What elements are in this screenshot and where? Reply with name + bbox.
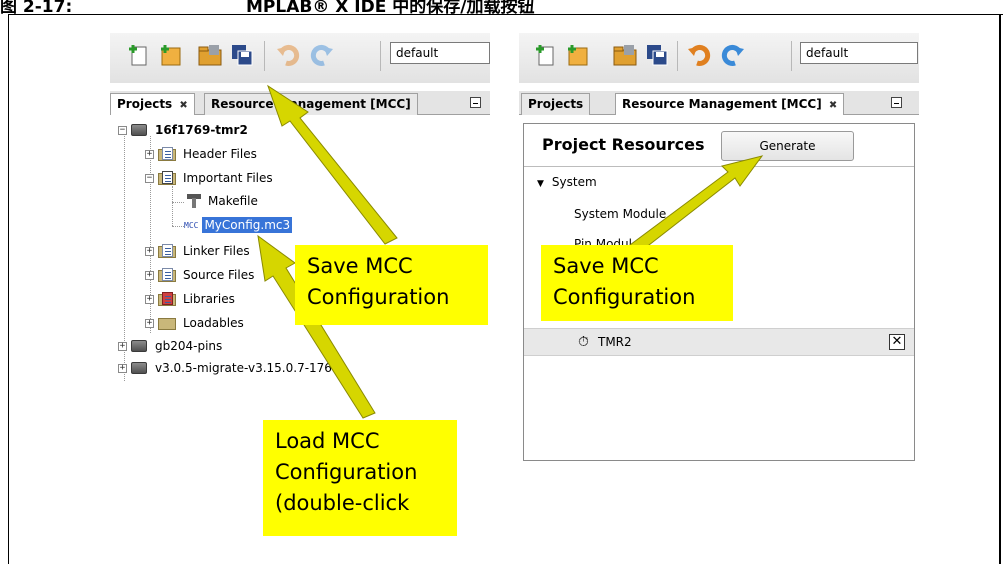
callout-line: Configuration (275, 460, 418, 484)
callout-line: Save MCC (553, 254, 659, 278)
save-arrow-left (267, 84, 398, 245)
callout-line: Configuration (307, 285, 450, 309)
callout-line: (double-click (275, 491, 410, 515)
callout-save-right: Save MCC Configuration (541, 245, 733, 321)
callout-line: Save MCC (307, 254, 413, 278)
callout-save-left: Save MCC Configuration (295, 245, 488, 325)
callout-line: Configuration (553, 285, 696, 309)
save-arrow-right (629, 155, 764, 253)
callout-load: Load MCC Configuration (double-click (263, 420, 457, 536)
annotation-arrows (257, 84, 764, 419)
callout-line: Load MCC (275, 429, 380, 453)
